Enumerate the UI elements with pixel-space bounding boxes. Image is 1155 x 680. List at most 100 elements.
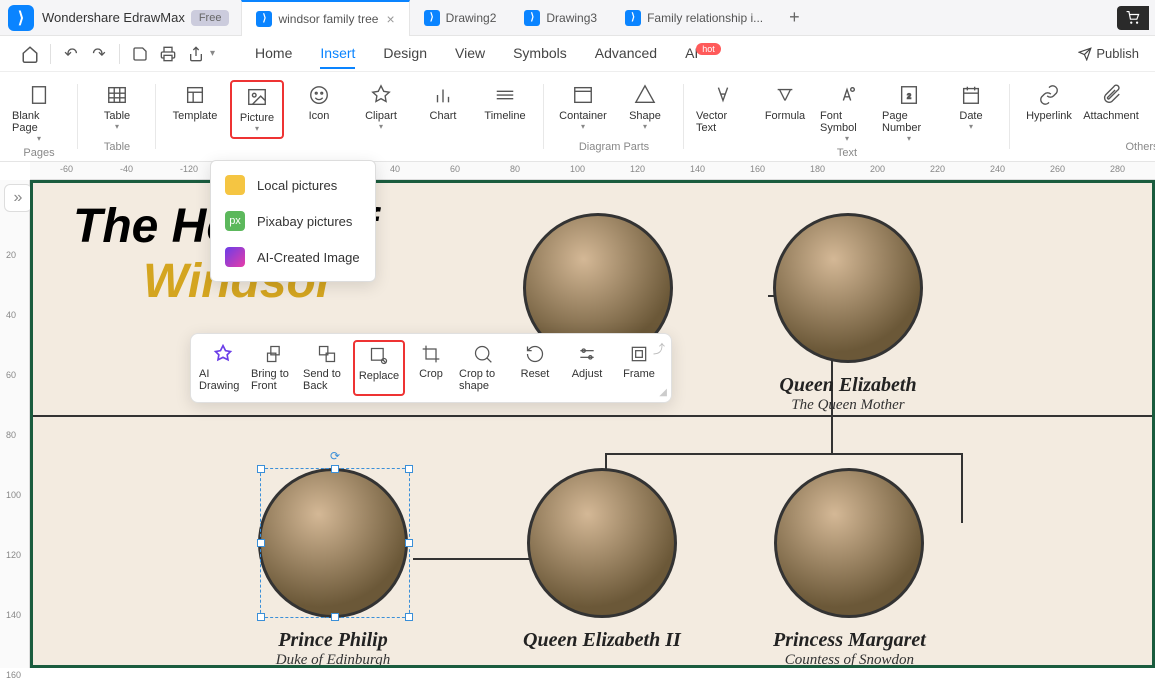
menu-advanced[interactable]: Advanced: [595, 39, 657, 69]
rotate-handle[interactable]: ⟳: [330, 449, 340, 463]
free-badge: Free: [191, 10, 230, 26]
doc-icon: ⟩: [424, 10, 440, 26]
portrait[interactable]: [258, 468, 408, 618]
portrait[interactable]: [527, 468, 677, 618]
timeline-button[interactable]: Timeline: [478, 80, 532, 139]
app-logo: ⟩: [8, 5, 34, 31]
tab-label: Drawing2: [446, 11, 497, 25]
menu-tabs: Home Insert Design View Symbols Advanced…: [255, 39, 723, 69]
note-button[interactable]: Note: [1146, 80, 1155, 126]
menu-symbols[interactable]: Symbols: [513, 39, 567, 69]
chart-button[interactable]: Chart: [416, 80, 470, 139]
crop-to-shape-button[interactable]: Crop to shape: [457, 340, 509, 396]
save-button[interactable]: [126, 40, 154, 68]
chevron-down-icon[interactable]: ▾: [210, 48, 215, 59]
group-pages: Blank Page▾ Pages: [0, 72, 78, 161]
group-others: Hyperlink Attachment Note Comn Others: [1010, 72, 1155, 161]
collapse-panel-button[interactable]: »: [4, 184, 32, 212]
picture-button[interactable]: Picture▾: [230, 80, 284, 139]
doc-icon: ⟩: [625, 10, 641, 26]
hyperlink-button[interactable]: Hyperlink: [1022, 80, 1076, 126]
canvas-area: -60-40-120-180 20406080 100120140160 180…: [0, 162, 1155, 668]
tab-windsor[interactable]: ⟩ windsor family tree ×: [241, 0, 409, 36]
menu-home[interactable]: Home: [255, 39, 292, 69]
svg-text:2: 2: [907, 92, 911, 101]
connector: [413, 558, 533, 560]
menu-insert[interactable]: Insert: [320, 39, 355, 69]
table-button[interactable]: Table▾: [90, 80, 144, 135]
dropdown-pixabay[interactable]: px Pixabay pictures: [211, 203, 375, 239]
picture-dropdown: Local pictures px Pixabay pictures AI-Cr…: [210, 160, 376, 282]
resize-handle[interactable]: [405, 465, 413, 473]
container-button[interactable]: Container▾: [556, 80, 610, 135]
person-queen-elizabeth-ii[interactable]: Queen Elizabeth II: [523, 468, 681, 652]
tab-family-rel[interactable]: ⟩ Family relationship i...: [611, 0, 777, 36]
quick-access-toolbar: ↶ ↷ ▾ Home Insert Design View Symbols Ad…: [0, 36, 1155, 72]
publish-button[interactable]: Publish: [1078, 46, 1139, 61]
person-princess-margaret[interactable]: Princess Margaret Countess of Snowdon: [773, 468, 926, 668]
ribbon: Blank Page▾ Pages Table▾ Table Template …: [0, 72, 1155, 162]
resize-handle[interactable]: [257, 613, 265, 621]
horizontal-ruler: -60-40-120-180 20406080 100120140160 180…: [30, 162, 1155, 180]
home-button[interactable]: [16, 40, 44, 68]
tab-drawing2[interactable]: ⟩ Drawing2: [410, 0, 511, 36]
vector-text-button[interactable]: Vector Text: [696, 80, 750, 147]
ai-drawing-button[interactable]: AI Drawing: [197, 340, 249, 396]
tab-label: windsor family tree: [278, 12, 378, 26]
portrait[interactable]: [774, 468, 924, 618]
template-button[interactable]: Template: [168, 80, 222, 139]
menu-ai[interactable]: AIhot: [685, 39, 723, 69]
close-icon[interactable]: ×: [386, 11, 394, 27]
page-number-button[interactable]: 2Page Number▾: [882, 80, 936, 147]
dropdown-ai-image[interactable]: AI-Created Image: [211, 239, 375, 275]
date-button[interactable]: Date▾: [944, 80, 998, 147]
connector: [605, 453, 963, 455]
replace-button[interactable]: Replace: [353, 340, 405, 396]
menu-design[interactable]: Design: [383, 39, 427, 69]
print-button[interactable]: [154, 40, 182, 68]
vertical-ruler: 20406080 100120140160: [0, 180, 30, 668]
font-symbol-button[interactable]: Font Symbol▾: [820, 80, 874, 147]
attachment-button[interactable]: Attachment: [1084, 80, 1138, 126]
person-prince-philip[interactable]: ⟳ Prince Philip Duke of Edinburgh: [258, 468, 408, 668]
new-tab-button[interactable]: +: [777, 7, 812, 28]
formula-button[interactable]: Formula: [758, 80, 812, 147]
doc-icon: ⟩: [256, 11, 272, 27]
reset-button[interactable]: Reset: [509, 340, 561, 396]
cart-button[interactable]: [1117, 6, 1149, 30]
crop-button[interactable]: Crop: [405, 340, 457, 396]
titlebar: ⟩ Wondershare EdrawMax Free ⟩ windsor fa…: [0, 0, 1155, 36]
app-name: Wondershare EdrawMax: [42, 10, 185, 25]
portrait[interactable]: [773, 213, 923, 363]
drawing-canvas[interactable]: The House of Windsor King George VI Quee…: [30, 180, 1155, 668]
icon-button[interactable]: Icon: [292, 80, 346, 139]
tab-drawing3[interactable]: ⟩ Drawing3: [510, 0, 611, 36]
tab-label: Family relationship i...: [647, 11, 763, 25]
resize-handle[interactable]: [257, 465, 265, 473]
group-diagram-parts: Container▾ Shape▾ Diagram Parts: [544, 72, 684, 161]
pin-icon[interactable]: ⤴: [653, 340, 665, 357]
group-table: Table▾ Table: [78, 72, 156, 161]
resize-handle[interactable]: [405, 613, 413, 621]
bring-to-front-button[interactable]: Bring to Front: [249, 340, 301, 396]
resize-grip-icon[interactable]: ◢: [659, 387, 667, 398]
clipart-button[interactable]: Clipart▾: [354, 80, 408, 139]
person-queen-mother[interactable]: Queen Elizabeth The Queen Mother: [773, 213, 923, 414]
redo-button[interactable]: ↷: [85, 40, 113, 68]
group-text: Vector Text Formula Font Symbol▾ 2Page N…: [684, 72, 1010, 161]
send-to-back-button[interactable]: Send to Back: [301, 340, 353, 396]
undo-button[interactable]: ↶: [57, 40, 85, 68]
pixabay-icon: px: [225, 211, 245, 231]
shape-button[interactable]: Shape▾: [618, 80, 672, 135]
hot-badge: hot: [696, 43, 721, 55]
blank-page-button[interactable]: Blank Page▾: [12, 80, 66, 147]
image-floating-toolbar: ⤴ ◢ AI Drawing Bring to Front Send to Ba…: [190, 333, 672, 403]
tab-label: Drawing3: [546, 11, 597, 25]
menu-view[interactable]: View: [455, 39, 485, 69]
connector: [961, 453, 963, 523]
folder-icon: [225, 175, 245, 195]
adjust-button[interactable]: Adjust: [561, 340, 613, 396]
group-insert: Template Picture▾ Icon Clipart▾ Chart Ti…: [156, 72, 544, 161]
export-button[interactable]: [182, 40, 210, 68]
dropdown-local-pictures[interactable]: Local pictures: [211, 167, 375, 203]
